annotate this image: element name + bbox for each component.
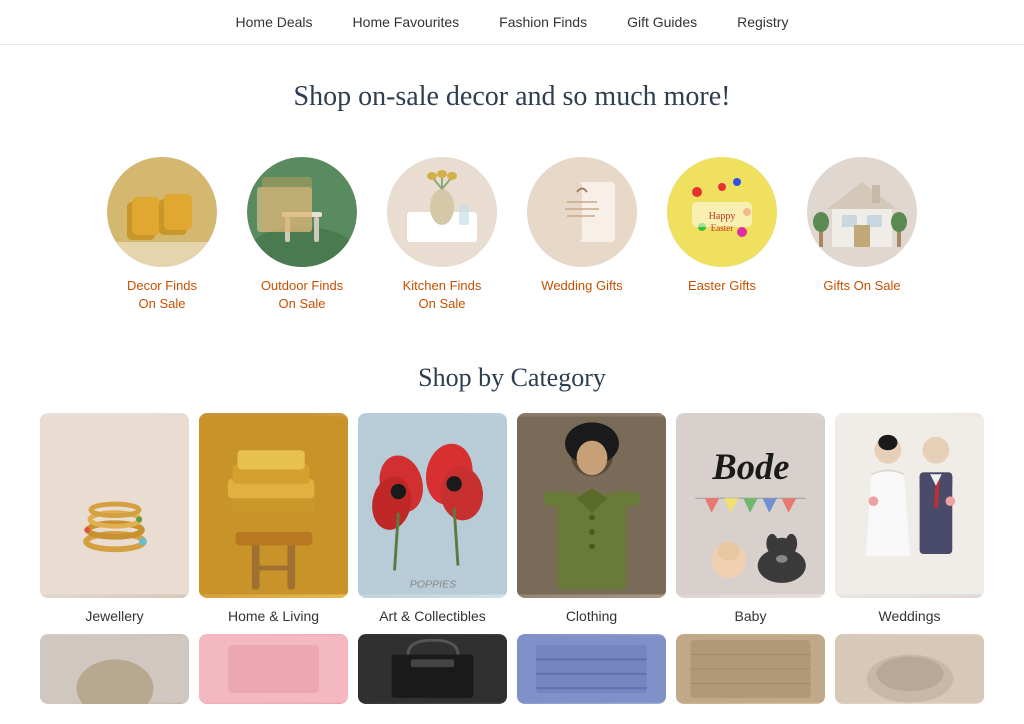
row2-card3-icon (358, 634, 507, 704)
category-row2-card5[interactable] (676, 634, 825, 704)
row2-card5-icon (676, 634, 825, 704)
circle-kitchen-finds[interactable]: Kitchen FindsOn Sale (387, 157, 497, 313)
circle-decor-img (107, 157, 217, 267)
category-art-img: POPPIES (358, 413, 507, 598)
category-baby[interactable]: Bode (676, 413, 825, 624)
category-jewellery[interactable]: Jewellery (40, 413, 189, 624)
category-grid-row2 (20, 624, 1004, 704)
circle-outdoor-label: Outdoor FindsOn Sale (261, 277, 343, 313)
weddings-icon (835, 413, 984, 598)
row2-card4-icon (517, 634, 666, 704)
circle-easter-label: Easter Gifts (688, 277, 756, 295)
category-clothing-label: Clothing (566, 608, 617, 624)
circle-outdoor-finds[interactable]: Outdoor FindsOn Sale (247, 157, 357, 313)
circle-wedding-label: Wedding Gifts (541, 277, 622, 295)
row2-card1-icon (40, 634, 189, 704)
svg-text:Bode: Bode (711, 446, 789, 487)
nav-registry[interactable]: Registry (737, 14, 788, 30)
nav-gift-guides[interactable]: Gift Guides (627, 14, 697, 30)
easter-circle-icon: Happy Easter (667, 157, 777, 267)
category-baby-label: Baby (735, 608, 767, 624)
hero-section: Shop on-sale decor and so much more! (0, 45, 1024, 133)
nav-home-deals[interactable]: Home Deals (236, 14, 313, 30)
circle-wedding-gifts[interactable]: Wedding Gifts (527, 157, 637, 313)
outdoor-circle-icon (247, 157, 357, 267)
circle-decor-label: Decor FindsOn Sale (127, 277, 197, 313)
row2-card2-icon (199, 634, 348, 704)
category-weddings[interactable]: Weddings (835, 413, 984, 624)
hero-heading: Shop on-sale decor and so much more! (20, 81, 1004, 113)
art-icon: POPPIES (358, 413, 507, 598)
category-art-collectibles[interactable]: POPPIES Art & Collectibles (358, 413, 507, 624)
category-row2-card4[interactable] (517, 634, 666, 704)
category-weddings-img (835, 413, 984, 598)
category-art-label: Art & Collectibles (379, 608, 486, 624)
category-row2-card3[interactable] (358, 634, 507, 704)
circles-section: Decor FindsOn Sale Outdoor FindsOn Sale (0, 133, 1024, 353)
category-grid-row1: Jewellery Home (20, 413, 1004, 624)
circle-easter-img: Happy Easter (667, 157, 777, 267)
circle-gifts-on-sale[interactable]: Gifts On Sale (807, 157, 917, 313)
svg-text:Happy: Happy (709, 211, 736, 222)
svg-text:Easter: Easter (711, 223, 734, 233)
home-living-icon (199, 413, 348, 598)
category-clothing[interactable]: Clothing (517, 413, 666, 624)
category-row2-card1[interactable] (40, 634, 189, 704)
category-row2-card2[interactable] (199, 634, 348, 704)
kitchen-circle-icon (387, 157, 497, 267)
category-row2-card6[interactable] (835, 634, 984, 704)
nav-home-favourites[interactable]: Home Favourites (353, 14, 460, 30)
jewellery-icon (40, 413, 189, 598)
circle-kitchen-img (387, 157, 497, 267)
circle-decor-finds[interactable]: Decor FindsOn Sale (107, 157, 217, 313)
nav-fashion-finds[interactable]: Fashion Finds (499, 14, 587, 30)
decor-circle-icon (107, 157, 217, 267)
gifts-circle-icon (807, 157, 917, 267)
clothing-icon (517, 413, 666, 598)
circle-gifts-label: Gifts On Sale (823, 277, 900, 295)
category-jewellery-img (40, 413, 189, 598)
category-jewellery-label: Jewellery (85, 608, 143, 624)
circle-kitchen-label: Kitchen FindsOn Sale (403, 277, 482, 313)
category-home-living-label: Home & Living (228, 608, 319, 624)
main-nav: Home Deals Home Favourites Fashion Finds… (0, 0, 1024, 45)
category-weddings-label: Weddings (878, 608, 940, 624)
circle-wedding-img (527, 157, 637, 267)
category-heading: Shop by Category (20, 363, 1004, 393)
svg-text:POPPIES: POPPIES (410, 579, 456, 591)
wedding-circle-icon (527, 157, 637, 267)
circle-easter-gifts[interactable]: Happy Easter Easter Gifts (667, 157, 777, 313)
category-home-living-img (199, 413, 348, 598)
row2-card6-icon (835, 634, 984, 704)
circle-gifts-img (807, 157, 917, 267)
category-clothing-img (517, 413, 666, 598)
circle-outdoor-img (247, 157, 357, 267)
category-home-living[interactable]: Home & Living (199, 413, 348, 624)
category-baby-img: Bode (676, 413, 825, 598)
baby-icon: Bode (676, 413, 825, 598)
category-section: Shop by Category Jewellery (0, 353, 1024, 724)
